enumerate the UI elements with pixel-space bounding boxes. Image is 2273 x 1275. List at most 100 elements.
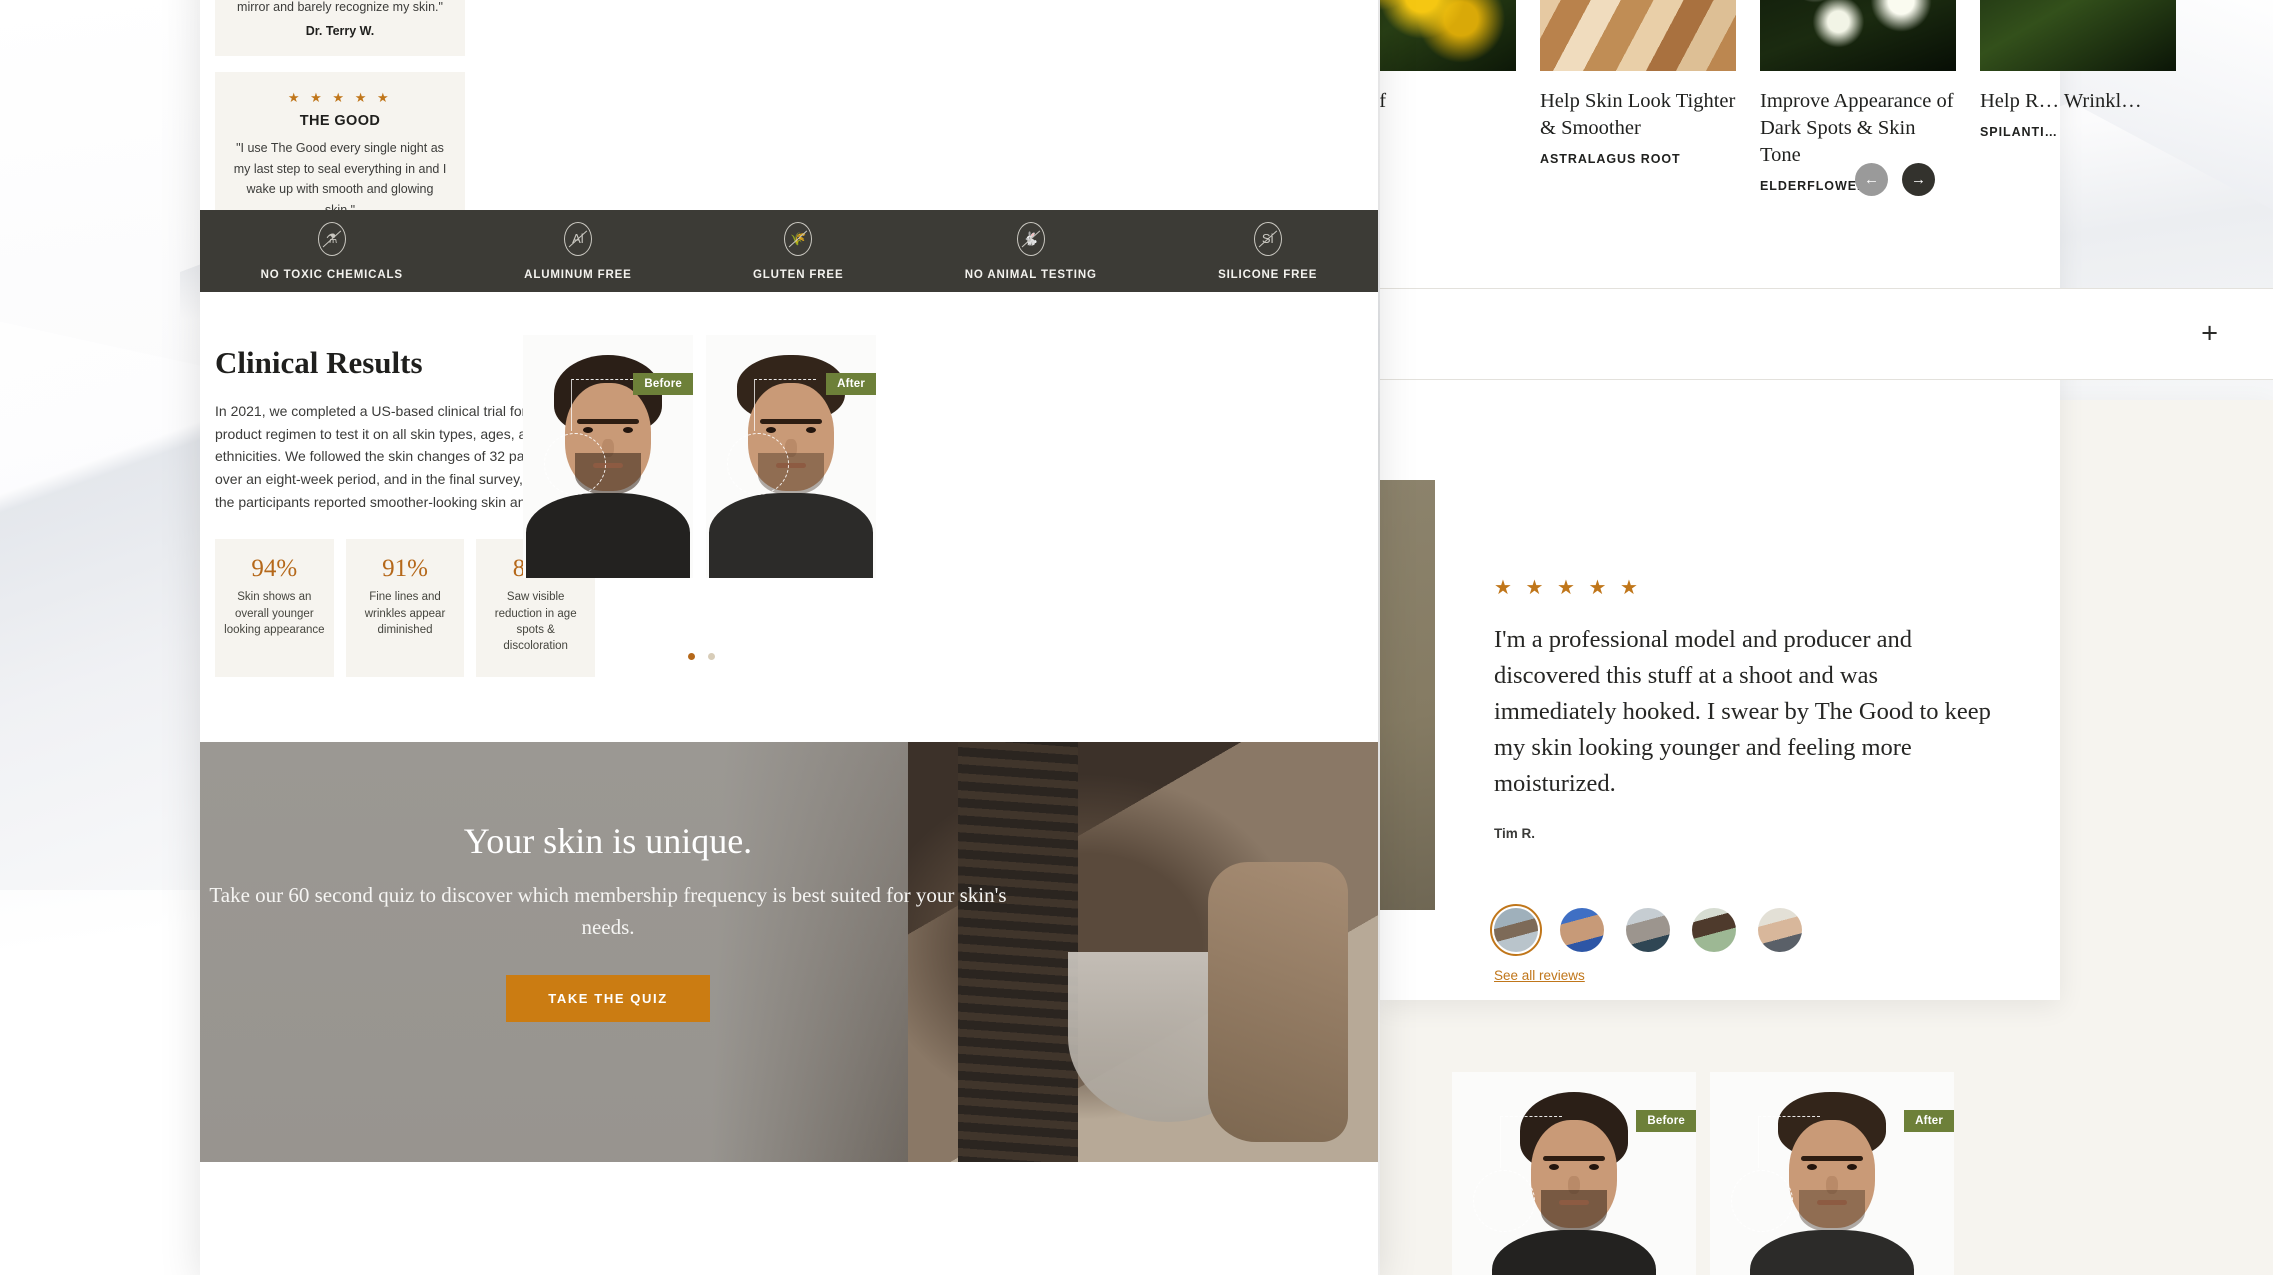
no-toxic-chemicals-icon: ⚗: [317, 221, 346, 256]
stat-value: 94%: [251, 555, 298, 583]
measure-guide: [754, 379, 816, 431]
ingredient-thumb-dandelion: [1380, 0, 1516, 71]
quiz-cta-section: Your skin is unique. Take our 60 second …: [200, 742, 1378, 1162]
beard: [1541, 1190, 1607, 1232]
badge-no-toxic-chemicals: ⚗ NO TOXIC CHEMICALS: [260, 221, 403, 281]
ingredient-track: ...gns of Help Skin Look Tighter & Smoot…: [1380, 0, 2176, 193]
avatar[interactable]: [1490, 904, 1542, 956]
badge-glyph: Al: [572, 231, 584, 246]
testimonial-stars: ★ ★ ★ ★ ★: [1494, 577, 1642, 599]
take-the-quiz-button[interactable]: TAKE THE QUIZ: [506, 975, 710, 1022]
after-tag: After: [826, 373, 876, 395]
review-author: Dr. Terry W.: [305, 24, 375, 39]
before-tag: Before: [1636, 1110, 1696, 1132]
review-quote: mirror and barely recognize my skin.": [237, 0, 443, 14]
stat-caption: Saw visible reduction in age spots & dis…: [494, 591, 577, 653]
ingredient-title: Help R… Wrinkl…: [1980, 90, 2142, 112]
testimonial-author: Tim R.: [1494, 826, 1536, 841]
front-panel: THE GOOD CALDERA LAB SLATE BALANCING CLE…: [200, 0, 1378, 1275]
no-animal-testing-icon: 🐇: [1016, 221, 1045, 256]
ingredient-card[interactable]: ...gns of: [1380, 0, 1516, 193]
ingredient-card[interactable]: Help Skin Look Tighter & Smoother ASTRAL…: [1540, 0, 1736, 193]
before-image: Before: [1452, 1072, 1696, 1275]
badge-glyph: 🌾: [790, 231, 807, 246]
badge-label: GLUTEN FREE: [752, 268, 844, 281]
zoom-circle: [544, 433, 606, 495]
carousel-next-button[interactable]: →: [1902, 163, 1935, 196]
zoom-circle: [727, 433, 789, 495]
ingredient-title: Help Skin Look Tighter & Smoother: [1540, 90, 1736, 140]
ingredient-name: ASTRALAGUS ROOT: [1540, 152, 1681, 167]
quiz-content: Your skin is unique. Take our 60 second …: [200, 820, 1016, 1022]
mouth: [1559, 1200, 1589, 1205]
badge-glyph: ⚗: [325, 231, 338, 246]
before-tag: Before: [633, 373, 693, 395]
stat-box: 94% Skin shows an overall younger lookin…: [215, 539, 334, 677]
ingredient-title: Improve Appearance of Dark Spots & Skin …: [1760, 90, 1954, 167]
carousel-dot-1[interactable]: [687, 653, 695, 660]
measure-guide: [1758, 1116, 1820, 1168]
badge-label: ALUMINUM FREE: [524, 268, 632, 281]
measure-guide: [1500, 1116, 1562, 1168]
stat-box: 91% Fine lines and wrinkles appear dimin…: [345, 539, 465, 677]
review-product-title: THE GOOD: [299, 113, 381, 130]
accordion-row[interactable]: +: [1380, 288, 2273, 380]
trust-badge-bar: ⚗ NO TOXIC CHEMICALS Al ALUMINUM FREE 🌾 …: [200, 210, 1378, 292]
zoom-circle: [1731, 1170, 1793, 1232]
gluten-free-icon: 🌾: [784, 221, 813, 256]
carousel-nav[interactable]: ← →: [1855, 163, 1935, 196]
after-image: After: [706, 335, 876, 578]
before-after-bottom: Before After: [1452, 1072, 1954, 1275]
badge-no-animal-testing: 🐇 NO ANIMAL TESTING: [964, 221, 1097, 281]
testimonial: ★ ★ ★ ★ ★ I'm a professional model and p…: [1494, 575, 1994, 841]
after-tag: After: [1904, 1110, 1954, 1132]
review-card: mirror and barely recognize my skin." Dr…: [215, 0, 465, 57]
stat-value: 91%: [382, 555, 428, 583]
stat-caption: Skin shows an overall younger looking ap…: [224, 591, 325, 637]
badge-aluminum-free: Al ALUMINUM FREE: [524, 221, 632, 281]
stat-caption: Fine lines and wrinkles appear diminishe…: [364, 591, 446, 637]
ingredient-title: ...gns of: [1380, 90, 1387, 112]
after-image: After: [1710, 1072, 1954, 1275]
avatar[interactable]: [1560, 908, 1604, 952]
before-after-main: Before After: [523, 335, 876, 578]
avatar[interactable]: [1692, 908, 1736, 952]
ingredient-carousel[interactable]: ...gns of Help Skin Look Tighter & Smoot…: [1380, 0, 2273, 220]
eye-right: [1589, 1164, 1599, 1170]
torso: [1492, 1230, 1656, 1275]
badge-glyph: 🐇: [1022, 231, 1039, 246]
measure-guide: [571, 379, 633, 431]
see-all-reviews-link[interactable]: See all reviews: [1494, 968, 1585, 983]
ingredient-card[interactable]: Help R… Wrinkl… SPILANTI…: [1980, 0, 2176, 193]
badge-glyph: Si: [1261, 231, 1274, 246]
eye-right: [1847, 1164, 1857, 1170]
ingredient-name: SPILANTI…: [1980, 125, 2058, 140]
ingredient-thumb-spilanthes: [1980, 0, 2176, 71]
zoom-circle: [1473, 1170, 1535, 1232]
arrow-left-icon: ←: [1864, 171, 1879, 188]
arrow-right-icon: →: [1911, 171, 1926, 188]
badge-label: NO TOXIC CHEMICALS: [260, 268, 403, 281]
aluminum-free-icon: Al: [563, 221, 592, 256]
before-image: Before: [523, 335, 693, 578]
review-quote: "I use The Good every single night as my…: [233, 141, 447, 216]
badge-label: NO ANIMAL TESTING: [964, 268, 1097, 281]
before-after-carousel-dots[interactable]: [523, 653, 879, 660]
avatar[interactable]: [1626, 908, 1670, 952]
testimonial-quote: I'm a professional model and producer an…: [1494, 626, 1991, 797]
beard: [1799, 1190, 1865, 1232]
quiz-body: Take our 60 second quiz to discover whic…: [209, 883, 1007, 939]
quiz-heading: Your skin is unique.: [463, 821, 753, 861]
hand: [1208, 862, 1348, 1142]
torso: [526, 493, 690, 578]
carousel-dot-2[interactable]: [707, 653, 715, 660]
torso: [1750, 1230, 1914, 1275]
badge-silicone-free: Si SILICONE FREE: [1218, 221, 1317, 281]
olive-image-block: [1380, 480, 1435, 910]
avatar[interactable]: [1758, 908, 1802, 952]
review-stars: ★ ★ ★ ★ ★: [287, 90, 393, 106]
plus-icon[interactable]: +: [2201, 319, 2218, 349]
torso: [709, 493, 873, 578]
carousel-prev-button[interactable]: ←: [1855, 163, 1888, 196]
reviewer-avatars[interactable]: [1490, 904, 1802, 956]
